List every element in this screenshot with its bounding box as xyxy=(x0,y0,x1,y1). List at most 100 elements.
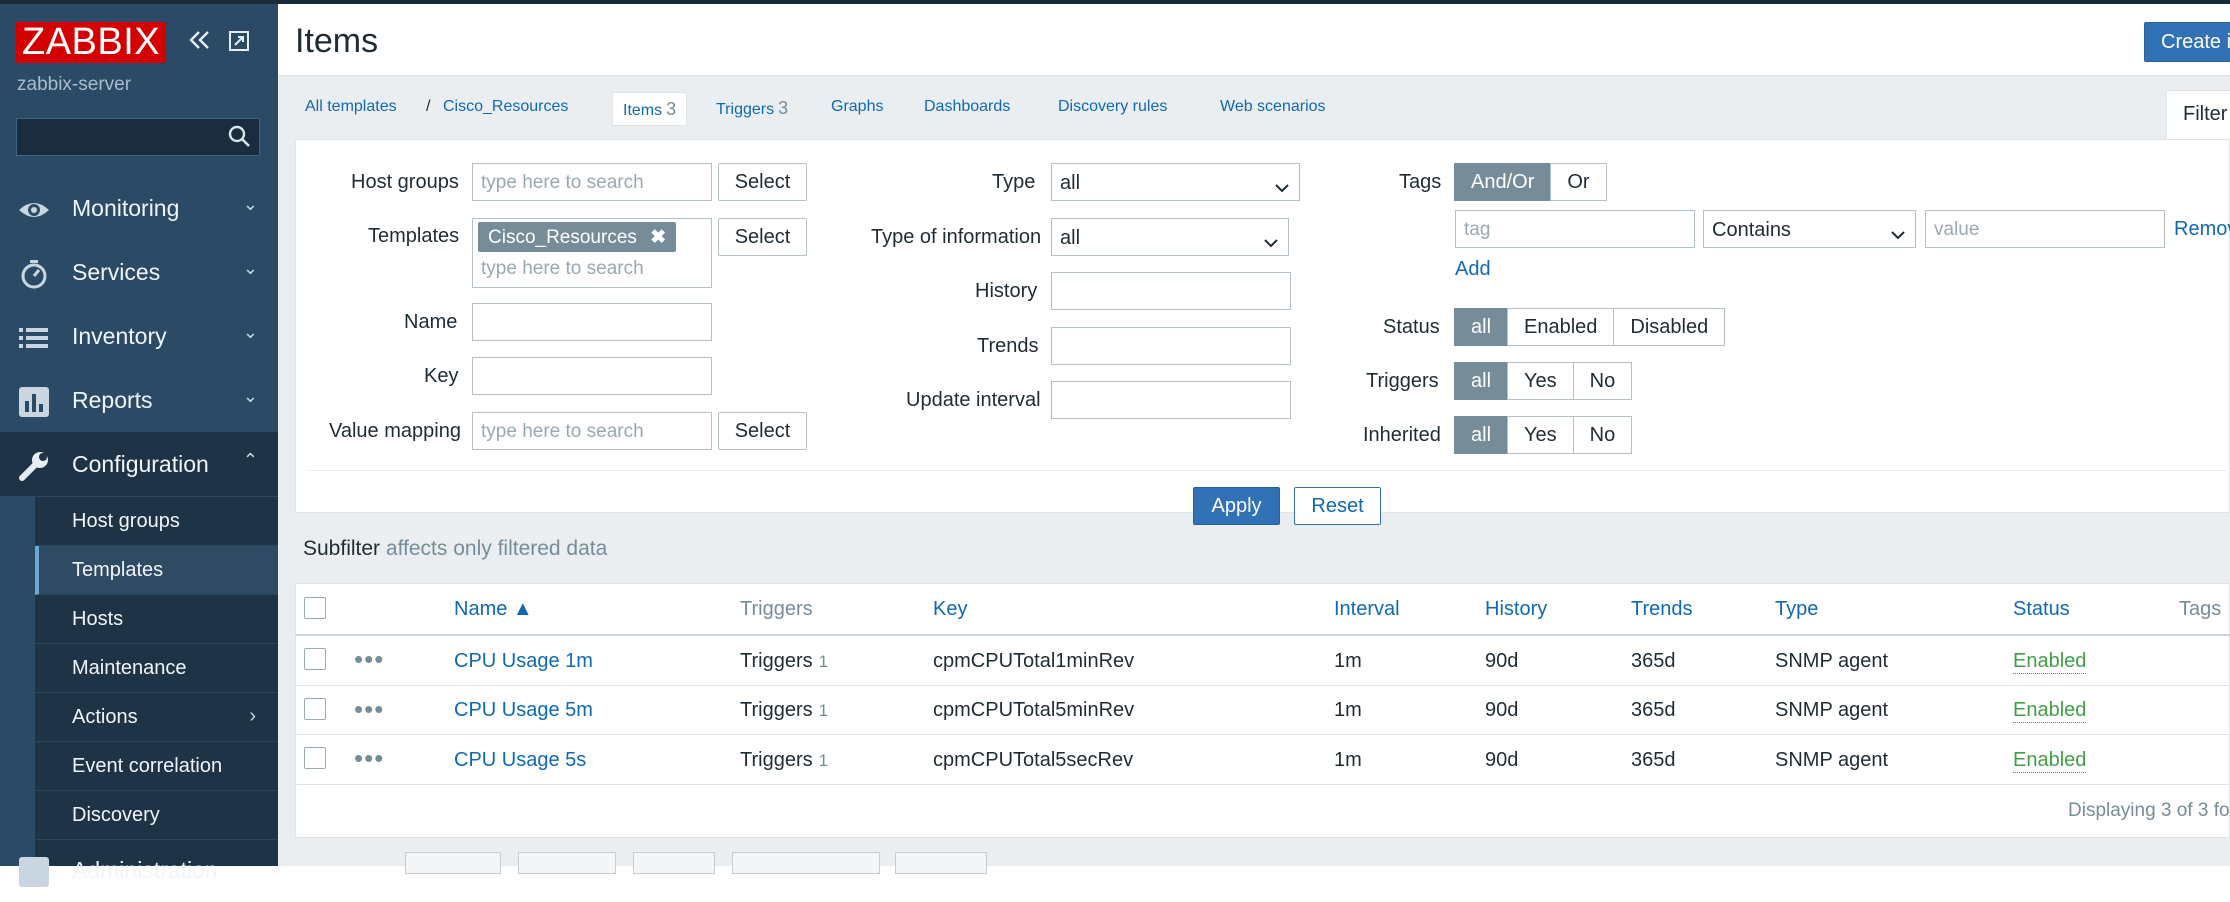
tab-graphs[interactable]: Graphs xyxy=(831,98,883,116)
header-divider xyxy=(295,634,2230,636)
tab-dashboards[interactable]: Dashboards xyxy=(924,98,1010,116)
top-border xyxy=(0,0,278,4)
add-tag-link[interactable]: Add xyxy=(1455,258,1491,281)
zabbix-logo[interactable]: ZABBIX xyxy=(16,22,167,63)
menu-administration[interactable]: Administration xyxy=(0,838,278,902)
column-type[interactable]: Type xyxy=(1775,598,1818,621)
search-icon[interactable] xyxy=(227,124,251,153)
or-option[interactable]: Or xyxy=(1550,163,1607,201)
row-checkbox[interactable] xyxy=(304,648,326,670)
mass-disable-button[interactable] xyxy=(518,852,616,874)
mass-enable-button[interactable] xyxy=(405,852,501,874)
update-interval-input[interactable] xyxy=(1051,381,1291,419)
mass-delete-button[interactable] xyxy=(895,852,987,874)
paging-info: Displaying 3 of 3 fo xyxy=(2068,800,2230,821)
breadcrumb-all-templates[interactable]: All templates xyxy=(305,98,397,116)
submenu-host-groups[interactable]: Host groups xyxy=(35,497,278,546)
menu-inventory[interactable]: Inventory ⌄ xyxy=(0,304,278,368)
apply-button[interactable]: Apply xyxy=(1193,487,1280,525)
row-checkbox[interactable] xyxy=(304,747,326,769)
column-name[interactable]: Name ▲ xyxy=(454,598,533,621)
tab-triggers[interactable]: Triggers 3 xyxy=(716,98,788,119)
host-groups-select-button[interactable]: Select xyxy=(718,163,807,201)
value-mapping-input[interactable]: type here to search xyxy=(472,412,712,450)
sidebar-search-input[interactable] xyxy=(17,119,217,153)
key-input[interactable] xyxy=(472,357,712,395)
inherited-yes-option[interactable]: Yes xyxy=(1507,416,1574,454)
column-interval[interactable]: Interval xyxy=(1334,598,1400,621)
tab-web-scenarios[interactable]: Web scenarios xyxy=(1220,98,1326,116)
submenu-hosts[interactable]: Hosts xyxy=(35,595,278,644)
menu-reports[interactable]: Reports ⌄ xyxy=(0,368,278,432)
status-enabled-option[interactable]: Enabled xyxy=(1507,308,1615,346)
triggers-yes-option[interactable]: Yes xyxy=(1507,362,1574,400)
value-mapping-select-button[interactable]: Select xyxy=(718,412,807,450)
submenu-actions[interactable]: Actions › xyxy=(35,693,278,742)
menu-monitoring[interactable]: Monitoring ⌄ xyxy=(0,176,278,240)
mass-update-button[interactable] xyxy=(732,852,880,874)
item-name-link[interactable]: CPU Usage 1m xyxy=(454,650,593,673)
type-select[interactable]: all xyxy=(1051,163,1300,201)
breadcrumb-template[interactable]: Cisco_Resources xyxy=(443,98,568,116)
column-triggers: Triggers xyxy=(740,598,813,620)
collapse-sidebar-icon[interactable] xyxy=(188,28,212,58)
item-status[interactable]: Enabled xyxy=(2013,699,2087,723)
menu-configuration[interactable]: Configuration ⌃ xyxy=(0,432,278,496)
item-triggers[interactable]: Triggers 1 xyxy=(740,749,828,772)
remove-chip-icon[interactable]: ✖ xyxy=(650,227,666,248)
filter-tab[interactable]: Filter xyxy=(2166,90,2230,140)
status-disabled-option[interactable]: Disabled xyxy=(1613,308,1726,346)
tag-operator-select[interactable]: Contains xyxy=(1703,210,1916,248)
history-label: History xyxy=(975,280,1038,302)
type-of-information-select[interactable]: all xyxy=(1051,218,1289,256)
tab-discovery-rules[interactable]: Discovery rules xyxy=(1058,98,1167,116)
kiosk-mode-icon[interactable] xyxy=(228,28,250,58)
item-name-link[interactable]: CPU Usage 5s xyxy=(454,749,586,772)
history-input[interactable] xyxy=(1051,272,1291,310)
submenu-maintenance[interactable]: Maintenance xyxy=(35,644,278,693)
sidebar-search[interactable] xyxy=(16,118,260,156)
tab-items[interactable]: Items 3 xyxy=(612,92,688,126)
item-status[interactable]: Enabled xyxy=(2013,650,2087,674)
chevron-down-icon xyxy=(1275,176,1289,199)
inherited-no-option[interactable]: No xyxy=(1572,416,1633,454)
trends-input[interactable] xyxy=(1051,327,1291,365)
name-input[interactable] xyxy=(472,303,712,341)
item-triggers[interactable]: Triggers 1 xyxy=(740,699,828,722)
item-name-link[interactable]: CPU Usage 5m xyxy=(454,699,593,722)
item-status[interactable]: Enabled xyxy=(2013,749,2087,773)
templates-search-placeholder[interactable]: type here to search xyxy=(481,258,644,280)
tag-name-input[interactable]: tag xyxy=(1455,210,1695,248)
select-all-checkbox[interactable] xyxy=(304,597,326,619)
tag-value-input[interactable]: value xyxy=(1925,210,2165,248)
status-all-option[interactable]: all xyxy=(1454,308,1509,346)
remove-tag-link[interactable]: Remov xyxy=(2174,218,2230,241)
create-item-button[interactable]: Create i xyxy=(2144,22,2230,62)
triggers-all-option[interactable]: all xyxy=(1454,362,1509,400)
submenu-templates[interactable]: Templates xyxy=(35,546,278,595)
item-key: cpmCPUTotal5minRev xyxy=(933,699,1135,721)
type-label: Type xyxy=(992,171,1036,193)
submenu-event-correlation[interactable]: Event correlation xyxy=(35,742,278,791)
column-status[interactable]: Status xyxy=(2013,598,2070,621)
mass-copy-button[interactable] xyxy=(633,852,715,874)
subfilter-heading[interactable]: Subfilter affects only filtered data xyxy=(303,537,607,561)
menu-services[interactable]: Services ⌄ xyxy=(0,240,278,304)
row-checkbox[interactable] xyxy=(304,698,326,720)
templates-select-button[interactable]: Select xyxy=(718,218,807,256)
inherited-all-option[interactable]: all xyxy=(1454,416,1509,454)
column-history[interactable]: History xyxy=(1485,598,1547,621)
item-triggers[interactable]: Triggers 1 xyxy=(740,650,828,673)
host-groups-input[interactable]: type here to search xyxy=(472,163,712,201)
column-trends[interactable]: Trends xyxy=(1631,598,1693,621)
submenu-discovery[interactable]: Discovery xyxy=(35,791,278,840)
template-chip: Cisco_Resources ✖ xyxy=(478,222,677,252)
reset-button[interactable]: Reset xyxy=(1294,487,1381,525)
triggers-no-option[interactable]: No xyxy=(1572,362,1633,400)
column-key[interactable]: Key xyxy=(933,598,967,621)
more-options-icon[interactable]: ••• xyxy=(354,644,384,675)
and-or-option[interactable]: And/Or xyxy=(1454,163,1552,201)
more-options-icon[interactable]: ••• xyxy=(354,743,384,774)
more-options-icon[interactable]: ••• xyxy=(354,694,384,725)
templates-label: Templates xyxy=(368,225,460,247)
